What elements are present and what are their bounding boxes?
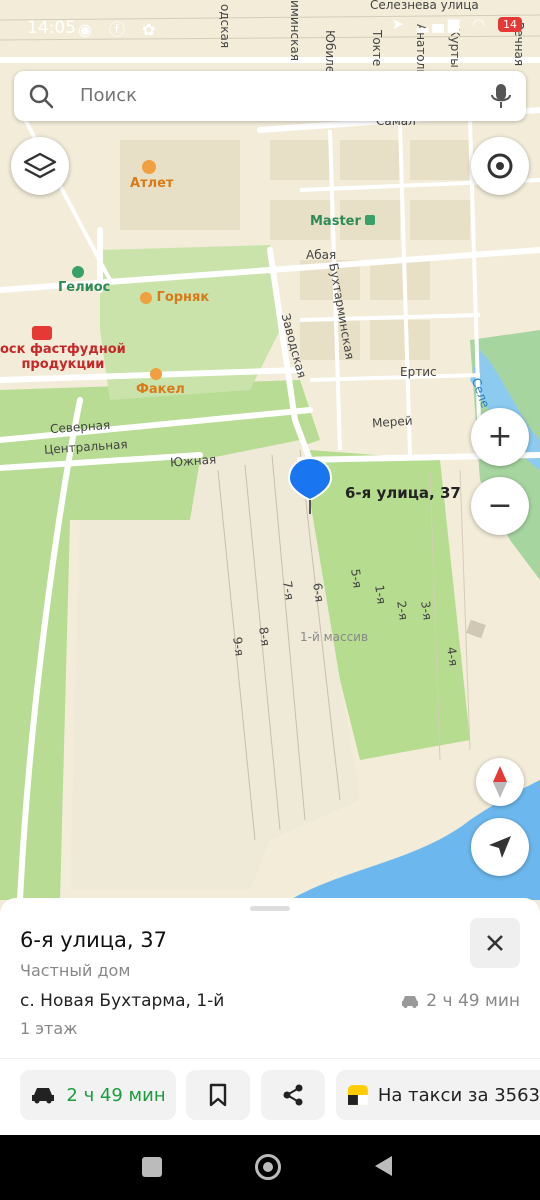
place-address: с. Новая Бухтарма, 1-й <box>20 991 225 1011</box>
back-button[interactable] <box>374 1155 394 1181</box>
place-floor: 1 этаж <box>20 1019 78 1038</box>
share-icon <box>283 1084 303 1106</box>
battery-icon: 14 <box>498 17 522 32</box>
status-bar: 14:05 ◉ ⓕ ✿ ➤ ▂▄▆ ◠ 14 <box>0 0 540 56</box>
bookmark-icon <box>209 1083 227 1107</box>
map-view[interactable]: Селезнева улица одская иминская Юбилейн … <box>0 0 540 900</box>
system-nav-bar <box>0 1135 540 1200</box>
minus-icon: − <box>487 488 513 523</box>
drive-time-label: 2 ч 49 мин <box>426 991 520 1011</box>
street-label: 2-я <box>394 600 411 621</box>
my-location-button[interactable] <box>471 818 529 876</box>
car-icon <box>32 1088 55 1104</box>
share-button[interactable] <box>261 1070 325 1120</box>
pin-label: 6-я улица, 37 <box>345 484 461 502</box>
place-type: Частный дом <box>20 961 131 980</box>
street-label: 6-я <box>310 582 327 603</box>
place-title: 6-я улица, 37 <box>20 928 167 952</box>
poi-fakel[interactable]: Факел <box>136 368 185 397</box>
zoom-in-button[interactable]: + <box>471 408 529 466</box>
poi-label: оск фастфудной продукции <box>0 342 126 372</box>
poi-gelios[interactable]: Гелиос <box>58 266 110 295</box>
compass-button[interactable] <box>476 758 524 806</box>
poi-label: Атлет <box>130 176 174 191</box>
back-icon <box>375 1156 392 1176</box>
microphone-icon[interactable] <box>488 82 514 114</box>
street-label: 7-я <box>280 580 297 601</box>
car-icon <box>402 996 419 1008</box>
status-right: ➤ ▂▄▆ ◠ 14 <box>391 15 522 33</box>
place-card: 6-я улица, 37 Частный дом с. Новая Бухта… <box>0 898 540 1135</box>
navigation-arrow-icon <box>489 836 511 858</box>
notification-icons: ◉ ⓕ ✿ <box>78 20 162 39</box>
wifi-icon: ◠ <box>472 15 490 33</box>
taxi-icon <box>348 1085 368 1105</box>
poi-icon <box>140 291 152 304</box>
poi-fastfood[interactable]: оск фастфудной продукции <box>0 326 126 372</box>
street-label: 1-я <box>372 584 389 605</box>
plus-icon: + <box>487 419 513 454</box>
divider <box>0 1058 540 1059</box>
signal-icon: ▂▄▆ <box>416 15 464 33</box>
street-label: 5-я <box>348 568 365 589</box>
pin-icon <box>287 456 333 514</box>
location-icon: ➤ <box>391 15 408 33</box>
poi-label: Горняк <box>156 290 210 305</box>
street-label: 3-я <box>418 600 435 621</box>
poi-master[interactable]: Master <box>310 214 376 229</box>
drive-time: 2 ч 49 мин <box>400 991 520 1011</box>
layers-icon <box>23 152 57 179</box>
street-label: Ертис <box>400 365 437 379</box>
sheet-handle[interactable] <box>250 906 290 911</box>
poi-label: Master <box>310 214 361 229</box>
location-pin[interactable] <box>287 456 333 516</box>
close-icon <box>487 935 503 951</box>
street-label: 4-я <box>444 646 461 667</box>
street-label: 9-я <box>230 636 247 657</box>
poi-label: Факел <box>136 382 185 397</box>
poi-label: Гелиос <box>58 280 111 295</box>
poi-atlet[interactable]: Атлет <box>130 160 173 191</box>
home-button[interactable] <box>255 1154 281 1180</box>
street-label: Абая <box>306 248 337 262</box>
search-bar[interactable] <box>14 71 526 121</box>
zoom-out-button[interactable]: − <box>471 477 529 535</box>
view-rotate-icon <box>487 153 513 179</box>
status-time: 14:05 <box>27 18 76 38</box>
taxi-label: На такси за 3563 <box>377 1084 540 1106</box>
taxi-button[interactable]: На такси за 3563 <box>336 1070 540 1120</box>
close-button[interactable] <box>470 918 520 968</box>
route-time-label: 2 ч 49 мин <box>66 1084 166 1106</box>
camera-view-button[interactable] <box>471 137 529 195</box>
poi-icon <box>365 215 376 225</box>
street-label: Мерей <box>371 413 413 431</box>
street-label: 8-я <box>256 626 273 647</box>
bookmark-button[interactable] <box>186 1070 250 1120</box>
compass-icon <box>493 766 507 798</box>
search-input[interactable] <box>78 84 462 107</box>
search-icon <box>28 83 54 113</box>
layers-button[interactable] <box>11 137 69 195</box>
poi-gornyak[interactable]: Горняк <box>140 290 209 305</box>
recents-button[interactable] <box>142 1157 162 1177</box>
route-button[interactable]: 2 ч 49 мин <box>20 1070 176 1120</box>
area-label: 1-й массив <box>300 630 369 644</box>
